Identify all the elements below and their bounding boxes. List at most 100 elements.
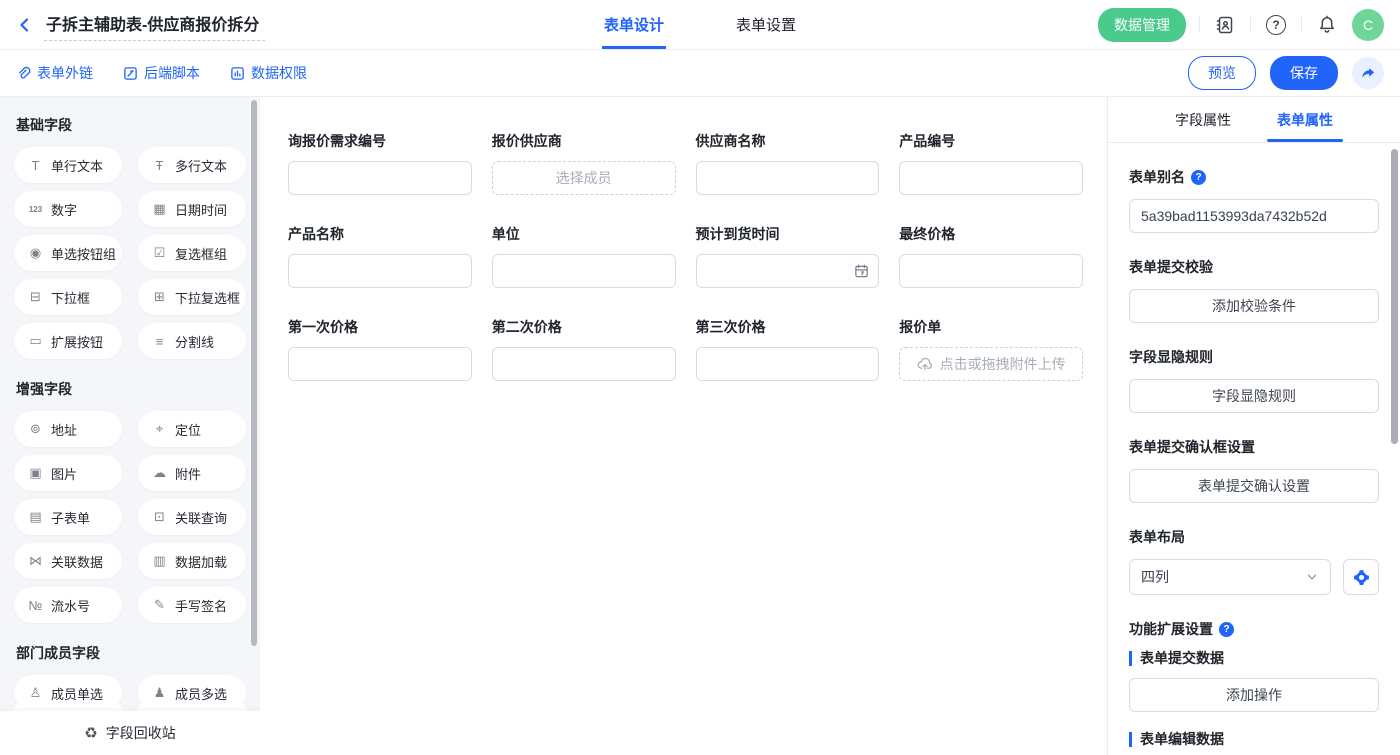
tab-form-design[interactable]: 表单设计 [604,0,664,49]
sidebar-scrollbar[interactable] [251,100,257,646]
form-field[interactable]: 第三次价格 [696,317,880,381]
toolbar-actions: 预览 保存 [1188,56,1384,90]
field-palette-item[interactable]: Ŧ多行文本 [138,147,246,183]
form-field[interactable]: 报价供应商选择成员 [492,131,676,195]
data-manage-button[interactable]: 数据管理 [1098,8,1186,42]
form-field[interactable]: 询报价需求编号 [288,131,472,195]
form-field[interactable]: 产品名称 [288,224,472,288]
linked-query-icon: ⊡ [152,509,167,525]
help-icon[interactable]: ? [1219,622,1234,637]
save-button[interactable]: 保存 [1270,56,1338,90]
tab-form-properties[interactable]: 表单属性 [1277,97,1333,142]
form-field[interactable]: 第二次价格 [492,317,676,381]
field-palette-item[interactable]: №流水号 [14,587,122,623]
field-palette-label: 附件 [175,464,201,483]
top-header: 子拆主辅助表-供应商报价拆分 表单设计 表单设置 数据管理 ? C [0,0,1400,50]
upload-cloud-icon [917,356,933,372]
form-alias-input[interactable] [1129,199,1379,233]
backend-script-item[interactable]: 后端脚本 [123,63,200,83]
field-palette-item[interactable]: ⋈关联数据 [14,543,122,579]
text-input[interactable] [696,161,880,195]
address-icon: ⊚ [28,421,43,437]
field-palette-label: 成员多选 [175,684,227,703]
help-icon[interactable]: ? [1191,170,1206,185]
field-palette-item[interactable]: T单行文本 [14,147,122,183]
text-input[interactable] [288,347,472,381]
share-button[interactable] [1352,57,1384,89]
field-palette-item[interactable]: ▣图片 [14,455,122,491]
text-input[interactable] [696,347,880,381]
contact-book-icon[interactable] [1213,13,1237,37]
add-validation-button[interactable]: 添加校验条件 [1129,289,1379,323]
permission-icon [230,66,245,81]
attachment-upload[interactable]: 点击或拖拽附件上传 [899,347,1083,381]
chevron-down-icon [1305,570,1319,584]
field-label: 预计到货时间 [696,224,880,244]
form-field[interactable]: 预计到货时间 [696,224,880,288]
field-palette-item[interactable]: ⊚地址 [14,411,122,447]
field-palette-item[interactable]: ▤子表单 [14,499,122,535]
text-input[interactable] [288,161,472,195]
gear-icon [1353,569,1370,586]
form-field[interactable]: 报价单点击或拖拽附件上传 [899,317,1083,381]
text-input[interactable] [899,254,1083,288]
field-grid: 询报价需求编号报价供应商选择成员供应商名称产品编号产品名称单位预计到货时间最终价… [288,131,1083,381]
palette-section-title: 部门成员字段 [16,643,246,663]
field-visibility-button[interactable]: 字段显隐规则 [1129,379,1379,413]
divider [1250,17,1251,33]
form-field[interactable]: 最终价格 [899,224,1083,288]
form-title[interactable]: 子拆主辅助表-供应商报价拆分 [44,9,265,41]
field-palette-item[interactable]: ⊞下拉复选框 [138,279,246,315]
layout-settings-button[interactable] [1343,559,1379,595]
form-field[interactable]: 产品编号 [899,131,1083,195]
text-input[interactable] [492,347,676,381]
tab-field-properties[interactable]: 字段属性 [1175,97,1231,142]
form-field[interactable]: 第一次价格 [288,317,472,381]
recycle-icon: ♻ [84,724,97,742]
palette-section: 部门成员字段♙成员单选♟成员多选 [14,643,246,711]
form-field[interactable]: 供应商名称 [696,131,880,195]
data-permission-item[interactable]: 数据权限 [230,63,307,83]
text-input[interactable] [288,254,472,288]
external-link-item[interactable]: 表单外链 [16,63,93,83]
back-icon[interactable] [16,16,34,34]
field-palette-item[interactable]: ☑复选框组 [138,235,246,271]
subform-icon: ▤ [28,509,43,525]
form-field[interactable]: 单位 [492,224,676,288]
field-palette-item[interactable]: ▥数据加载 [138,543,246,579]
field-palette-item[interactable]: ◉单选按钮组 [14,235,122,271]
field-palette-item[interactable]: ⊡关联查询 [138,499,246,535]
field-palette-item[interactable]: ✎手写签名 [138,587,246,623]
text-input[interactable] [899,161,1083,195]
preview-button[interactable]: 预览 [1188,56,1256,90]
member-multi-icon: ♟ [152,685,167,701]
form-layout-select[interactable]: 四列 [1129,559,1331,595]
submit-data-group-label: 表单提交数据 [1129,651,1379,666]
submit-confirm-button[interactable]: 表单提交确认设置 [1129,469,1379,503]
submit-data-add-button[interactable]: 添加操作 [1129,678,1379,712]
date-input[interactable] [696,254,880,288]
field-palette-sidebar: 基础字段 T单行文本 Ŧ多行文本 123数字 ▦日期时间 ◉单选按钮组 ☑复选框组 ⊟下拉框 ⊞… [0,97,260,755]
field-palette-item[interactable]: ⊟下拉框 [14,279,122,315]
field-palette-item[interactable]: 123数字 [14,191,122,227]
member-single-icon: ♙ [28,685,43,701]
help-icon[interactable]: ? [1264,13,1288,37]
text-input[interactable] [492,254,676,288]
image-icon: ▣ [28,465,43,481]
palette-section-title: 基础字段 [16,115,246,135]
tab-form-settings[interactable]: 表单设置 [736,0,796,49]
multi-select-icon: ⊞ [152,289,167,305]
field-palette-item[interactable]: ☁附件 [138,455,246,491]
field-palette-item[interactable]: ▭扩展按钮 [14,323,122,359]
member-picker[interactable]: 选择成员 [492,161,676,195]
field-palette-item[interactable]: ⌖定位 [138,411,246,447]
panel-scrollbar[interactable] [1391,149,1398,444]
field-palette-item[interactable]: ≡分割线 [138,323,246,359]
divider [1199,17,1200,33]
field-palette-label: 单选按钮组 [51,244,116,263]
user-avatar[interactable]: C [1352,9,1384,41]
field-palette-item[interactable]: ▦日期时间 [138,191,246,227]
header-actions: 数据管理 ? C [1098,8,1384,42]
notification-bell-icon[interactable] [1315,13,1339,37]
field-recycle-bin[interactable]: ♻ 字段回收站 [0,711,260,755]
